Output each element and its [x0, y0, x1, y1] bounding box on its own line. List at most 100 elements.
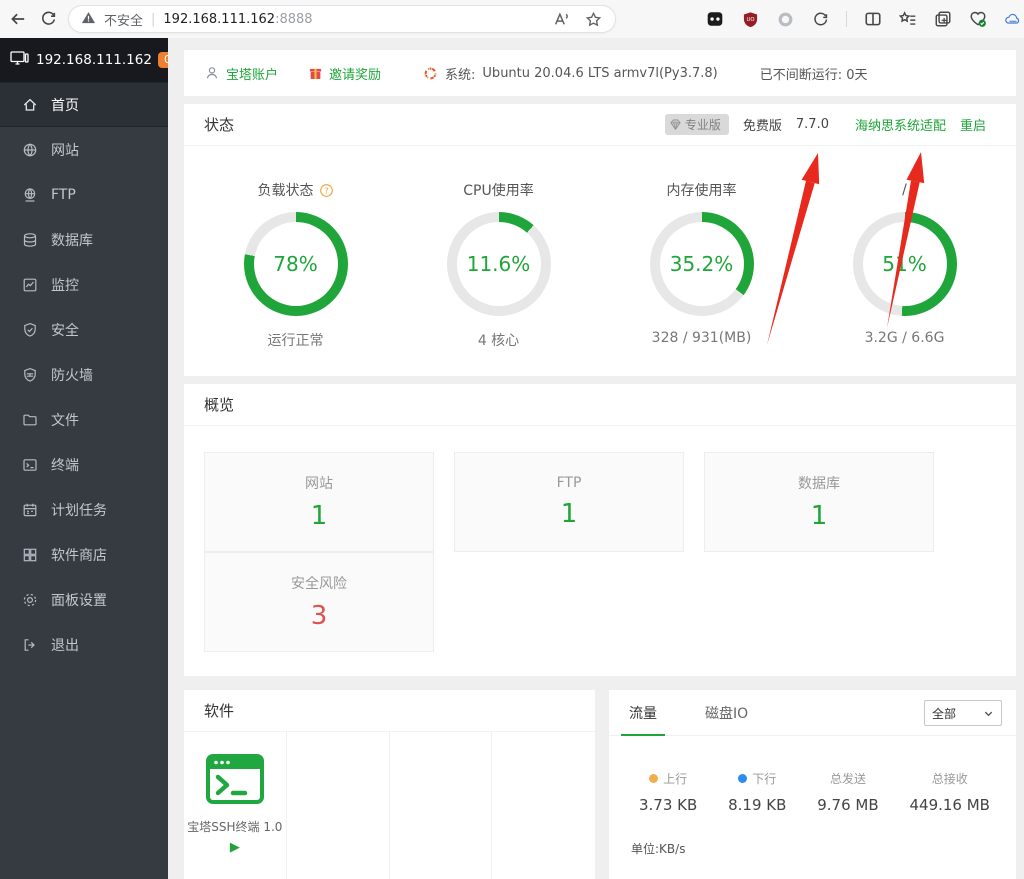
read-aloud-icon[interactable]	[551, 9, 571, 29]
files-icon	[22, 412, 38, 428]
server-icon	[10, 50, 29, 70]
browser-essentials-icon[interactable]	[969, 10, 987, 28]
downstream-dot-icon	[738, 774, 747, 783]
bt-panel-page: 不安全 | 192.168.111.162:8888 UO	[0, 0, 1024, 879]
hinas-adapt-link[interactable]: 海纳思系统适配	[855, 115, 946, 134]
traffic-filter-select[interactable]: 全部	[924, 700, 1002, 726]
sidebar-item-cron[interactable]: 计划任务	[0, 487, 168, 532]
settings-icon	[22, 592, 38, 608]
sidebar-item-logout[interactable]: 退出	[0, 622, 168, 667]
status-panel: 状态 专业版 免费版 7.7.0 海纳思系统适配 重启 负载状态 ? 78% 运…	[184, 104, 1016, 376]
tab-traffic[interactable]: 流量	[629, 690, 657, 735]
overview-title: 概览	[204, 394, 234, 415]
home-icon	[22, 97, 38, 113]
software-cell-empty	[287, 732, 390, 879]
pro-version-badge[interactable]: 专业版	[665, 114, 729, 135]
dark-extension-icon[interactable]	[706, 10, 724, 28]
traffic-panel: 流量 磁盘IO 全部 上行 3.73 KB 下行 8.19 KB 总发送	[609, 690, 1016, 879]
software-title: 软件	[204, 700, 234, 721]
card-website[interactable]: 网站1	[204, 452, 434, 552]
cron-icon	[22, 502, 38, 518]
chevron-down-icon	[983, 708, 994, 719]
browser-extensions-area: UO	[640, 10, 1016, 28]
stat-total-sent: 总发送 9.76 MB	[817, 770, 878, 814]
cloud-icon[interactable]	[1004, 10, 1022, 28]
app-start-icon[interactable]: ▶	[230, 840, 240, 855]
sidebar-item-website[interactable]: 网站	[0, 127, 168, 172]
security-label[interactable]: 不安全	[104, 10, 143, 29]
traffic-stats: 上行 3.73 KB 下行 8.19 KB 总发送 9.76 MB 总接收 44…	[609, 770, 1016, 814]
software-panel: 软件 宝塔SSH终端 1.0 ▶	[184, 690, 595, 879]
help-icon[interactable]: ?	[319, 183, 334, 198]
server-ip: 192.168.111.162	[36, 52, 152, 68]
main-content: 宝塔账户 邀请奖励 系统: Ubuntu 20.04.6 LTS armv7l(…	[168, 38, 1024, 879]
ring-extension-icon[interactable]	[776, 10, 794, 28]
sidebar-item-database[interactable]: 数据库	[0, 217, 168, 262]
split-screen-icon[interactable]	[864, 10, 882, 28]
diamond-icon	[668, 117, 683, 132]
svg-text:UO: UO	[746, 17, 754, 23]
gauge-memory: 内存使用率 35.2% 328 / 931(MB)	[600, 180, 803, 350]
firewall-icon	[22, 367, 38, 383]
software-cell-empty	[492, 732, 595, 879]
card-ftp[interactable]: FTP1	[454, 452, 684, 552]
sidebar-item-monitor[interactable]: 监控	[0, 262, 168, 307]
sidebar-item-security[interactable]: 安全	[0, 307, 168, 352]
gauge-cpu: CPU使用率 11.6% 4 核心	[397, 180, 600, 350]
stat-total-received: 总接收 449.16 MB	[909, 770, 990, 814]
edition-label: 免费版	[743, 115, 782, 134]
system-info: 系统: Ubuntu 20.04.6 LTS armv7l(Py3.7.8)	[423, 64, 718, 83]
card-security-risk[interactable]: 安全风险3	[204, 552, 434, 652]
tab-disk-io[interactable]: 磁盘IO	[705, 690, 748, 735]
sidebar-item-firewall[interactable]: 防火墙	[0, 352, 168, 397]
sidebar-item-terminal[interactable]: 终端	[0, 442, 168, 487]
account-bar: 宝塔账户 邀请奖励 系统: Ubuntu 20.04.6 LTS armv7l(…	[184, 50, 1016, 96]
sidebar-item-settings[interactable]: 面板设置	[0, 577, 168, 622]
sidebar-item-home[interactable]: 首页	[0, 82, 168, 127]
system-label: 系统:	[445, 64, 475, 83]
load-gauge-ring: 78%	[244, 212, 348, 316]
browser-chrome: 不安全 | 192.168.111.162:8888 UO	[0, 0, 1024, 38]
clover-extension-icon[interactable]	[811, 10, 829, 28]
software-cell-ssh: 宝塔SSH终端 1.0 ▶	[184, 732, 287, 879]
sidebar-header: 192.168.111.162 0	[0, 38, 168, 82]
upstream-dot-icon	[649, 774, 658, 783]
restart-link[interactable]: 重启	[960, 115, 986, 134]
sidebar-item-ftp[interactable]: FTP	[0, 172, 168, 217]
traffic-unit-label: 单位:KB/s	[631, 840, 1016, 857]
status-title: 状态	[204, 114, 234, 135]
url-text[interactable]: 192.168.111.162:8888	[163, 12, 312, 27]
back-icon[interactable]	[8, 9, 28, 29]
stat-downstream: 下行 8.19 KB	[728, 770, 786, 814]
ublock-shield-icon[interactable]: UO	[741, 10, 759, 28]
security-icon	[22, 322, 38, 338]
app-name[interactable]: 宝塔SSH终端 1.0	[187, 818, 282, 835]
sidebar-item-files[interactable]: 文件	[0, 397, 168, 442]
system-value: Ubuntu 20.04.6 LTS armv7l(Py3.7.8)	[482, 66, 717, 81]
card-database[interactable]: 数据库1	[704, 452, 934, 552]
memory-gauge-ring: 35.2%	[650, 212, 754, 316]
sidebar: 192.168.111.162 0 首页 网站 FTP 数据库 监控 安全	[0, 38, 168, 879]
version-number: 7.7.0	[796, 117, 829, 132]
invite-reward-link[interactable]: 邀请奖励	[308, 64, 381, 83]
address-bar[interactable]: 不安全 | 192.168.111.162:8888	[68, 5, 616, 33]
gauge-load: 负载状态 ? 78% 运行正常	[194, 180, 397, 350]
uptime-text: 已不间断运行: 0天	[760, 64, 868, 83]
website-icon	[22, 142, 38, 158]
appstore-icon	[22, 547, 38, 563]
svg-text:?: ?	[324, 186, 328, 195]
stat-upstream: 上行 3.73 KB	[639, 770, 697, 814]
collections-icon[interactable]	[934, 10, 952, 28]
monitor-icon	[22, 277, 38, 293]
sidebar-item-appstore[interactable]: 软件商店	[0, 532, 168, 577]
ubuntu-icon	[423, 66, 438, 81]
ssh-terminal-app-icon[interactable]	[206, 754, 264, 804]
site-warning-icon[interactable]	[81, 10, 96, 29]
favorite-star-icon[interactable]	[583, 9, 603, 29]
favorites-bar-icon[interactable]	[899, 10, 917, 28]
cpu-gauge-ring: 11.6%	[447, 212, 551, 316]
software-cell-empty	[390, 732, 493, 879]
refresh-icon[interactable]	[38, 9, 58, 29]
bt-account-link[interactable]: 宝塔账户	[204, 64, 278, 83]
database-icon	[22, 232, 38, 248]
